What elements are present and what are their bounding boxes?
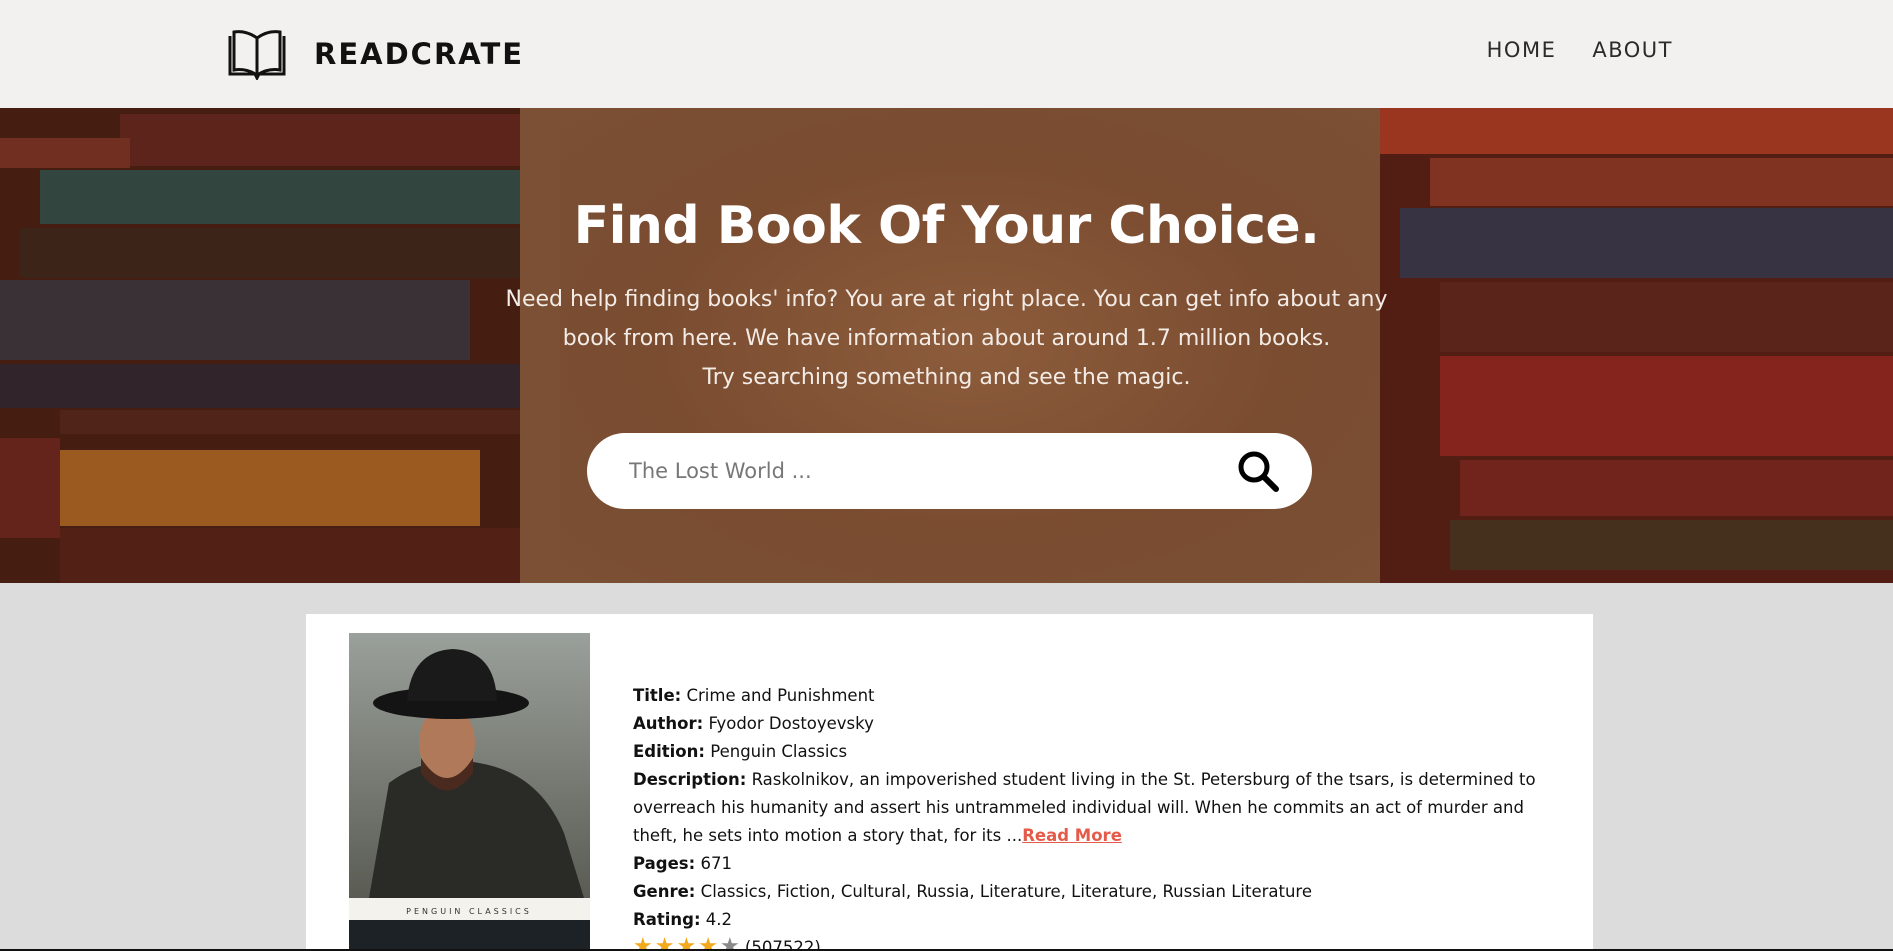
- book-cover-image[interactable]: PENGUIN CLASSICS: [349, 633, 590, 951]
- book-genre-label: Genre:: [633, 882, 696, 901]
- hero-subtitle-line: Try searching something and see the magi…: [702, 365, 1191, 390]
- brand-name: READCRATE: [314, 37, 525, 71]
- book-genre-value: Classics, Fiction, Cultural, Russia, Lit…: [700, 882, 1313, 901]
- open-book-icon: [228, 30, 286, 80]
- book-author-value: Fyodor Dostoyevsky: [708, 714, 874, 733]
- book-genre-row: Genre: Classics, Fiction, Cultural, Russ…: [633, 878, 1563, 906]
- hero-subtitle-line: Need help finding books' info? You are a…: [505, 287, 1388, 312]
- book-edition-label: Edition:: [633, 742, 705, 761]
- nav-about-link[interactable]: ABOUT: [1592, 38, 1673, 62]
- search-input[interactable]: [629, 451, 1189, 491]
- book-rating-row: Rating: 4.2: [633, 906, 1563, 934]
- book-author-row: Author: Fyodor Dostoyevsky: [633, 710, 1563, 738]
- cover-publisher-text: PENGUIN CLASSICS: [406, 907, 532, 916]
- book-description-row: Description: Raskolnikov, an impoverishe…: [633, 766, 1563, 850]
- search-bar: [587, 433, 1312, 509]
- book-edition-value: Penguin Classics: [710, 742, 848, 761]
- book-title-value: Crime and Punishment: [686, 686, 875, 705]
- search-icon: [1238, 451, 1279, 492]
- book-edition-row: Edition: Penguin Classics: [633, 738, 1563, 766]
- search-button[interactable]: [1236, 449, 1280, 493]
- navbar: READCRATE HOME ABOUT: [0, 0, 1893, 108]
- book-pages-row: Pages: 671: [633, 850, 1563, 878]
- book-rating-value: 4.2: [705, 910, 733, 929]
- hero-content: Find Book Of Your Choice. Need help find…: [0, 108, 1893, 397]
- book-info: Title: Crime and Punishment Author: Fyod…: [633, 682, 1563, 951]
- read-more-link[interactable]: Read More: [1022, 826, 1122, 845]
- book-rating-label: Rating:: [633, 910, 701, 929]
- hero-title: Find Book Of Your Choice.: [573, 196, 1320, 256]
- hero-subtitle: Need help finding books' info? You are a…: [482, 280, 1412, 397]
- nav-home-link[interactable]: HOME: [1487, 38, 1557, 62]
- hero-subtitle-line: book from here. We have information abou…: [562, 326, 1331, 351]
- book-description-label: Description:: [633, 770, 747, 789]
- book-cover-art: PENGUIN CLASSICS: [349, 633, 590, 951]
- book-title-row: Title: Crime and Punishment: [633, 682, 1563, 710]
- nav-links: HOME ABOUT: [1487, 38, 1673, 62]
- brand-logo[interactable]: READCRATE: [226, 28, 524, 80]
- book-title-label: Title:: [633, 686, 682, 705]
- book-pages-value: 671: [700, 854, 732, 873]
- book-pages-label: Pages:: [633, 854, 696, 873]
- book-author-label: Author:: [633, 714, 704, 733]
- hero-banner: Find Book Of Your Choice. Need help find…: [0, 108, 1893, 583]
- book-card: PENGUIN CLASSICS Title: Crime and Punish…: [306, 614, 1593, 951]
